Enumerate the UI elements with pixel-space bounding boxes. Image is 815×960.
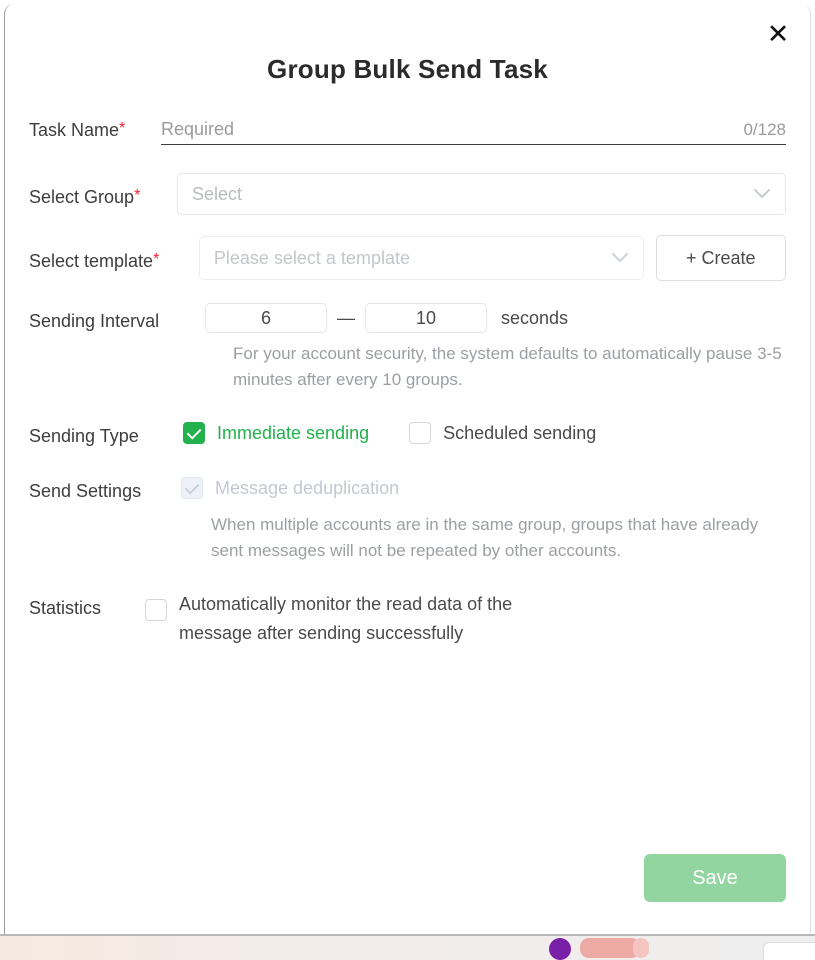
select-group-dropdown[interactable]: Select <box>177 173 786 215</box>
task-name-field-wrap: 0/128 <box>161 115 786 145</box>
sending-interval-label: Sending Interval <box>29 310 160 331</box>
form-row-send-settings: Send Settings Message deduplication <box>29 475 786 502</box>
sending-interval-max-input[interactable] <box>365 303 487 333</box>
sending-interval-hint: For your account security, the system de… <box>233 344 782 390</box>
task-name-input[interactable] <box>161 119 734 140</box>
required-asterisk: * <box>119 119 126 137</box>
form-row-select-group: Select Group* Select <box>29 173 786 215</box>
scheduled-sending-label: Scheduled sending <box>443 422 597 443</box>
background-pink-pill-secondary <box>633 938 649 958</box>
form-row-task-name: Task Name* 0/128 <box>29 115 786 145</box>
select-group-value: Select <box>192 183 243 204</box>
group-bulk-send-task-dialog: ✕ Group Bulk Send Task Task Name* 0/128 … <box>4 4 811 934</box>
select-template-value: Please select a template <box>213 247 410 268</box>
statistics-label: Statistics <box>29 598 102 619</box>
required-asterisk: * <box>134 186 141 204</box>
close-icon[interactable]: ✕ <box>762 18 794 50</box>
checkbox-checked-icon[interactable] <box>183 422 205 445</box>
page-title: Group Bulk Send Task <box>267 54 548 84</box>
checkbox-checked-disabled-icon <box>181 477 203 500</box>
save-button[interactable]: Save <box>644 854 786 902</box>
dialog-footer: Save <box>5 854 810 934</box>
message-deduplication-checkbox-item: Message deduplication <box>181 477 400 500</box>
background-white-card <box>763 942 815 960</box>
statistics-checkbox-label: Automatically monitor the read data of t… <box>179 594 513 644</box>
send-settings-label: Send Settings <box>29 480 142 501</box>
create-template-button[interactable]: + Create <box>655 235 786 281</box>
chevron-down-icon <box>753 187 771 202</box>
select-template-dropdown[interactable]: Please select a template <box>198 236 644 280</box>
checkbox-unchecked-icon[interactable] <box>145 599 167 622</box>
statistics-checkbox-wrap[interactable] <box>145 590 167 622</box>
send-settings-hint: When multiple accounts are in the same g… <box>211 514 759 561</box>
select-template-label: Select template* <box>29 245 199 272</box>
task-name-label-text: Task Name <box>29 119 120 140</box>
form-row-statistics: Statistics Automatically monitor the rea… <box>29 590 786 648</box>
task-form: Task Name* 0/128 Select Group* Select Se… <box>5 115 810 648</box>
sending-interval-min-input[interactable] <box>205 303 327 333</box>
checkbox-unchecked-icon[interactable] <box>409 422 432 445</box>
immediate-sending-label: Immediate sending <box>217 422 370 443</box>
select-template-label-text: Select template <box>29 250 154 271</box>
form-row-select-template: Select template* Please select a templat… <box>29 235 786 281</box>
background-pink-pill <box>580 938 640 958</box>
scheduled-sending-checkbox-item[interactable]: Scheduled sending <box>409 422 597 445</box>
task-name-char-counter: 0/128 <box>743 119 786 139</box>
sending-interval-separator: — <box>337 307 355 328</box>
chevron-down-icon <box>611 251 629 266</box>
sending-type-label: Sending Type <box>29 425 139 446</box>
task-name-label: Task Name* <box>29 120 157 141</box>
form-row-sending-type: Sending Type Immediate sending Scheduled… <box>29 420 786 447</box>
required-asterisk: * <box>153 250 160 268</box>
background-purple-dot <box>549 938 571 960</box>
sending-interval-unit: seconds <box>501 307 569 328</box>
select-group-label-text: Select Group <box>29 186 135 207</box>
message-deduplication-label: Message deduplication <box>215 477 400 498</box>
select-group-label: Select Group* <box>29 181 177 208</box>
form-row-sending-interval: Sending Interval — seconds <box>29 303 786 333</box>
background-bottom-bar <box>0 934 815 960</box>
immediate-sending-checkbox-item[interactable]: Immediate sending <box>183 422 370 445</box>
